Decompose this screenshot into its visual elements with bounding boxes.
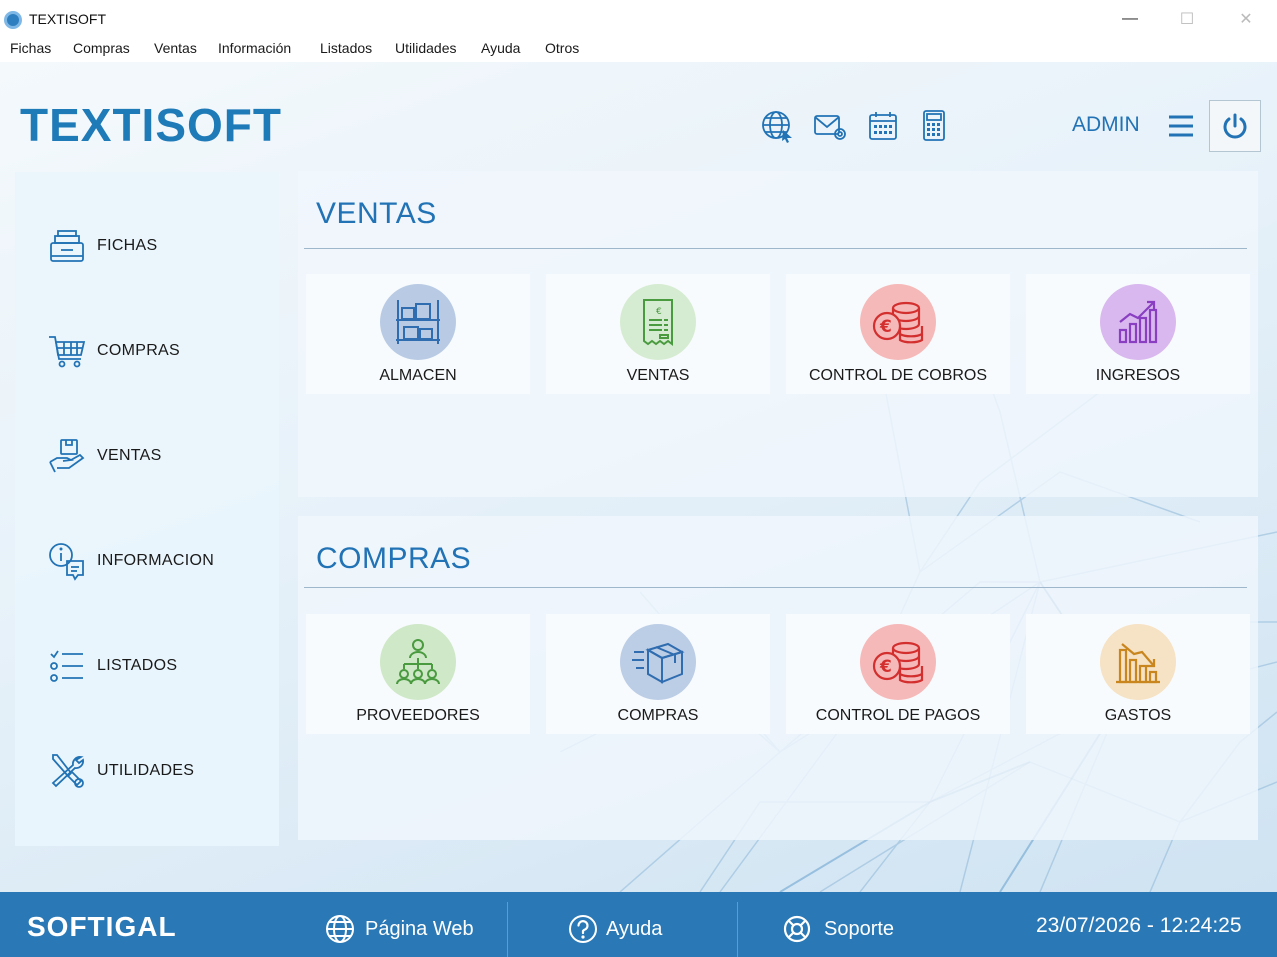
divider xyxy=(737,902,738,957)
footer-bar: SOFTIGAL Página Web Ayuda Soporte 23/07/… xyxy=(0,892,1277,957)
user-label[interactable]: ADMIN xyxy=(1072,113,1140,137)
power-button[interactable] xyxy=(1209,100,1261,152)
menu-bar: Fichas Compras Ventas Información Listad… xyxy=(0,38,1277,62)
compras-panel: COMPRAS PROVEEDORES COMPRAS € CONTROL DE… xyxy=(298,516,1258,840)
euro-coins-icon: € xyxy=(860,624,936,700)
window-title: TEXTISOFT xyxy=(29,11,106,27)
help-button[interactable]: Ayuda xyxy=(568,902,662,956)
menu-utilidades[interactable]: Utilidades xyxy=(395,40,456,56)
menu-compras[interactable]: Compras xyxy=(73,40,130,56)
tile-proveedores[interactable]: PROVEEDORES xyxy=(306,614,530,734)
tile-label: CONTROL DE PAGOS xyxy=(815,707,981,724)
minimize-button[interactable]: — xyxy=(1110,6,1150,32)
mail-icon[interactable] xyxy=(812,108,848,144)
tile-compras[interactable]: COMPRAS xyxy=(546,614,770,734)
help-label: Ayuda xyxy=(606,917,663,940)
support-icon xyxy=(783,915,811,943)
tile-ventas[interactable]: € VENTAS xyxy=(546,274,770,394)
tile-control-pagos[interactable]: € CONTROL DE PAGOS xyxy=(786,614,1010,734)
question-icon xyxy=(569,915,597,943)
web-page-label: Página Web xyxy=(365,917,474,940)
bar-chart-down-icon xyxy=(1100,624,1176,700)
ventas-panel: VENTAS ALMACEN € VENTAS € CONTROL DE COB… xyxy=(298,171,1258,497)
textisoft-logo: TEXTISOFT xyxy=(20,99,282,151)
tile-label: INGRESOS xyxy=(1095,367,1181,384)
support-label: Soporte xyxy=(824,917,895,940)
list-icon xyxy=(50,650,83,682)
menu-informacion[interactable]: Información xyxy=(218,40,291,56)
menu-fichas[interactable]: Fichas xyxy=(10,40,51,56)
tile-gastos[interactable]: GASTOS xyxy=(1026,614,1250,734)
datetime-display: 23/07/2026 - 12:24:25 xyxy=(1036,914,1242,937)
divider xyxy=(507,902,508,957)
sidebar-item-label: LISTADOS xyxy=(97,657,178,674)
sidebar-item-listados[interactable]: LISTADOS xyxy=(15,636,279,696)
sidebar-item-label: VENTAS xyxy=(97,447,162,464)
hand-package-icon xyxy=(49,439,85,473)
ventas-panel-title: VENTAS xyxy=(316,197,437,230)
calendar-icon[interactable] xyxy=(865,108,901,144)
info-chat-icon xyxy=(49,543,84,581)
sidebar-item-fichas[interactable]: FICHAS xyxy=(15,216,279,276)
sidebar: FICHAS COMPRAS VENTAS INFORMACION LISTAD… xyxy=(15,172,279,846)
tile-almacen[interactable]: ALMACEN xyxy=(306,274,530,394)
sidebar-item-label: COMPRAS xyxy=(97,342,180,359)
softigal-logo: SOFTIGAL xyxy=(27,911,177,942)
tile-control-cobros[interactable]: € CONTROL DE COBROS xyxy=(786,274,1010,394)
menu-icon[interactable] xyxy=(1166,112,1196,140)
app-icon xyxy=(4,11,22,29)
menu-ayuda[interactable]: Ayuda xyxy=(481,40,520,56)
calculator-icon[interactable] xyxy=(916,108,952,144)
globe-icon xyxy=(326,915,354,943)
euro-coins-icon: € xyxy=(860,284,936,360)
menu-otros[interactable]: Otros xyxy=(545,40,579,56)
shopping-cart-icon xyxy=(49,336,86,368)
divider xyxy=(304,248,1247,249)
tile-ingresos[interactable]: INGRESOS xyxy=(1026,274,1250,394)
menu-ventas[interactable]: Ventas xyxy=(154,40,197,56)
sidebar-item-label: UTILIDADES xyxy=(97,762,195,779)
menu-listados[interactable]: Listados xyxy=(320,40,372,56)
maximize-button[interactable]: ☐ xyxy=(1167,6,1207,32)
file-box-icon xyxy=(50,230,84,262)
globe-icon[interactable] xyxy=(759,108,795,144)
power-icon xyxy=(1223,113,1247,139)
svg-text:€: € xyxy=(879,657,892,677)
web-page-button[interactable]: Página Web xyxy=(325,902,474,956)
sidebar-item-utilidades[interactable]: UTILIDADES xyxy=(15,741,279,801)
divider xyxy=(304,587,1247,588)
bar-chart-up-icon xyxy=(1100,284,1176,360)
tools-icon xyxy=(51,754,84,788)
warehouse-shelves-icon xyxy=(380,284,456,360)
sidebar-item-compras[interactable]: COMPRAS xyxy=(15,321,279,381)
sidebar-item-informacion[interactable]: INFORMACION xyxy=(15,531,279,591)
svg-text:€: € xyxy=(656,307,662,317)
svg-text:€: € xyxy=(879,317,892,337)
sidebar-item-ventas[interactable]: VENTAS xyxy=(15,426,279,486)
package-box-icon xyxy=(620,624,696,700)
close-button[interactable]: ✕ xyxy=(1226,6,1266,32)
tile-label: COMPRAS xyxy=(617,707,699,724)
tile-label: VENTAS xyxy=(626,367,690,384)
tile-label: CONTROL DE COBROS xyxy=(808,367,988,384)
support-button[interactable]: Soporte xyxy=(782,902,894,956)
receipt-icon: € xyxy=(620,284,696,360)
title-bar: TEXTISOFT — ☐ ✕ xyxy=(0,0,1277,38)
tile-label: PROVEEDORES xyxy=(356,707,480,724)
network-people-icon xyxy=(380,624,456,700)
sidebar-item-label: INFORMACION xyxy=(97,552,215,569)
tile-label: ALMACEN xyxy=(379,367,457,384)
sidebar-item-label: FICHAS xyxy=(97,237,158,254)
compras-panel-title: COMPRAS xyxy=(316,542,472,575)
tile-label: GASTOS xyxy=(1104,707,1172,724)
